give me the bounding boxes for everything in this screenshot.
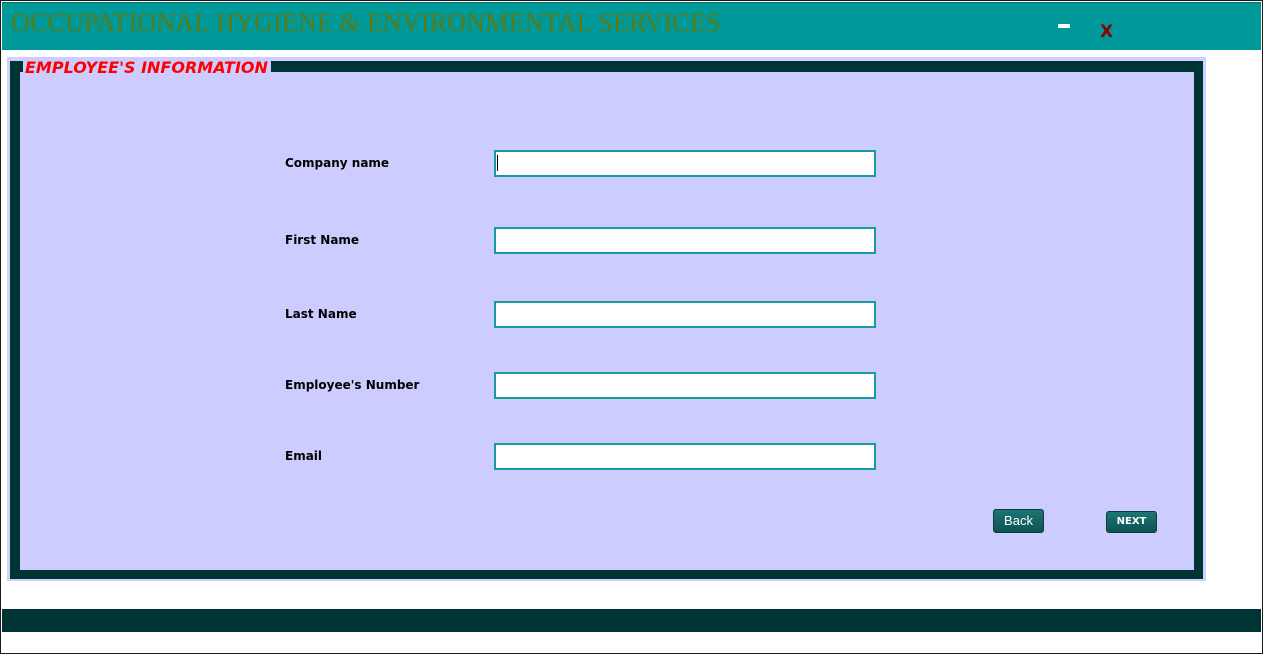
company-name-label: Company name [285,156,390,170]
next-button[interactable]: NEXT [1106,511,1157,533]
text-caret [497,155,498,171]
close-icon: X [1100,22,1114,42]
company-name-input[interactable] [494,150,876,177]
app-title: OCCUPATIONAL HYGIENE & ENVIRONMENTAL SER… [11,8,721,37]
email-label: Email [285,449,323,463]
panel-legend: EMPLOYEE'S INFORMATION [23,57,271,78]
minimize-icon [1058,24,1070,28]
employee-number-input[interactable] [494,372,876,399]
last-name-label: Last Name [285,307,357,321]
back-button[interactable]: Back [993,509,1044,533]
first-name-input[interactable] [494,227,876,254]
first-name-label: First Name [285,233,360,247]
last-name-input[interactable] [494,301,876,328]
title-bar: OCCUPATIONAL HYGIENE & ENVIRONMENTAL SER… [2,2,1261,50]
email-input[interactable] [494,443,876,470]
minimize-button[interactable] [1058,24,1072,32]
employee-number-label: Employee's Number [285,378,420,392]
status-bar [2,609,1261,632]
close-button[interactable]: X [1100,22,1118,42]
